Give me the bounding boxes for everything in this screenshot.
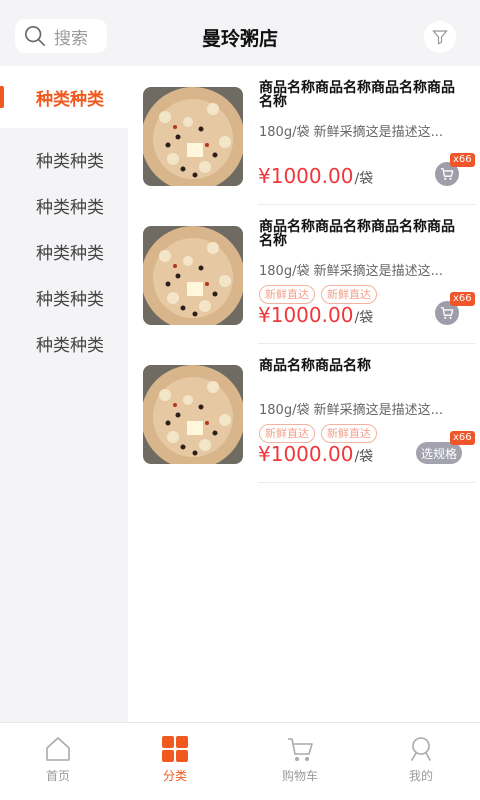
sidebar-item-label: 种类种类	[36, 197, 104, 218]
filter-icon	[432, 30, 448, 45]
tab-home[interactable]: 首页	[0, 723, 116, 800]
pancake-image	[143, 87, 243, 186]
sidebar-item-label: 种类种类	[36, 289, 104, 310]
tab-label: 分类	[162, 769, 187, 783]
cart-icon	[440, 168, 454, 180]
tab-cart[interactable]: 购物车	[242, 723, 358, 800]
sidebar-item-label: 种类种类	[36, 335, 104, 356]
tag-badge: 新鲜直达	[321, 285, 377, 304]
tag-badge: 新鲜直达	[321, 424, 377, 443]
product-card[interactable]: 商品名称商品名称商品名称商品名称 180g/袋 新鲜采摘这是描述这... ¥10…	[128, 66, 480, 205]
product-description: 180g/袋 新鲜采摘这是描述这...	[259, 125, 443, 140]
cart-icon	[288, 738, 313, 761]
product-tags: 新鲜直达 新鲜直达	[259, 424, 377, 443]
category-sidebar: 种类种类 种类种类 种类种类 种类种类 种类种类 种类种类	[0, 66, 128, 722]
product-description: 180g/袋 新鲜采摘这是描述这...	[259, 264, 443, 279]
sidebar-item-label: 种类种类	[36, 243, 104, 264]
tag-badge: 新鲜直达	[259, 285, 315, 304]
product-image[interactable]	[143, 226, 243, 325]
product-name: 商品名称商品名称商品名称商品名称	[259, 80, 455, 110]
tab-profile[interactable]: 我的	[363, 723, 479, 800]
tab-label: 购物车	[281, 769, 318, 783]
pancake-image	[143, 226, 243, 325]
tag-badge: 新鲜直达	[259, 424, 315, 443]
product-description: 180g/袋 新鲜采摘这是描述这...	[259, 403, 443, 418]
quantity-badge: x66	[450, 153, 475, 167]
sidebar-item-label: 种类种类	[36, 151, 104, 172]
divider	[258, 482, 476, 483]
quantity-badge: x66	[450, 431, 475, 445]
product-name: 商品名称商品名称商品名称商品名称	[259, 219, 455, 249]
product-card[interactable]: 商品名称商品名称 180g/袋 新鲜采摘这是描述这... 新鲜直达 新鲜直达 ¥…	[128, 344, 480, 483]
header: 搜索 曼玲粥店	[0, 0, 480, 66]
sidebar-item-category-6[interactable]: 种类种类	[0, 312, 128, 374]
home-icon	[46, 737, 70, 761]
product-price: ¥1000.00 /袋	[258, 303, 373, 327]
product-card[interactable]: 商品名称商品名称商品名称商品名称 180g/袋 新鲜采摘这是描述这... 新鲜直…	[128, 205, 480, 344]
price-value: ¥1000.00	[258, 442, 354, 466]
category-icon	[162, 736, 188, 762]
product-price: ¥1000.00 /袋	[258, 442, 373, 466]
filter-button[interactable]	[424, 21, 456, 53]
price-value: ¥1000.00	[258, 164, 354, 188]
tab-category[interactable]: 分类	[117, 723, 233, 800]
product-name: 商品名称商品名称	[259, 358, 371, 374]
cart-icon	[440, 307, 454, 319]
app: 搜索 曼玲粥店 种类种类 种类种类 种类种类 种类种类 种类种类 种类种类 商品…	[0, 0, 480, 800]
quantity-badge: x66	[450, 292, 475, 306]
select-spec-button[interactable]: 选规格	[416, 442, 462, 464]
sidebar-item-category-1[interactable]: 种类种类	[0, 66, 128, 128]
bottom-tab-bar: 首页 分类 购物车 我的	[0, 722, 480, 800]
tab-label: 我的	[408, 769, 433, 783]
price-unit: /袋	[354, 310, 374, 326]
pancake-image	[143, 365, 243, 464]
page-title: 曼玲粥店	[201, 28, 278, 50]
product-image[interactable]	[143, 365, 243, 464]
price-value: ¥1000.00	[258, 303, 354, 327]
product-tags: 新鲜直达 新鲜直达	[259, 285, 377, 304]
sidebar-item-label: 种类种类	[36, 89, 104, 110]
tab-label: 首页	[45, 769, 70, 783]
product-price: ¥1000.00 /袋	[258, 164, 373, 188]
price-unit: /袋	[354, 449, 374, 465]
profile-icon	[411, 737, 431, 761]
product-image[interactable]	[143, 87, 243, 186]
product-list: 商品名称商品名称商品名称商品名称 180g/袋 新鲜采摘这是描述这... ¥10…	[128, 66, 480, 722]
price-unit: /袋	[354, 171, 374, 187]
